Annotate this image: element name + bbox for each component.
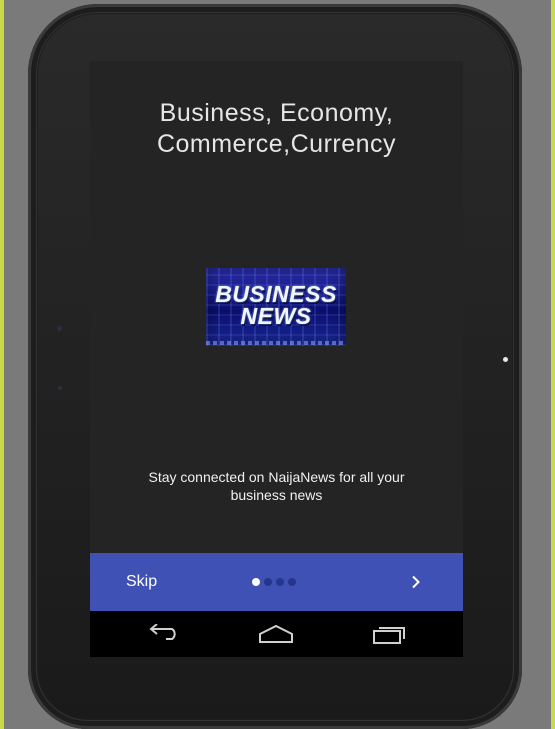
background-edge-right bbox=[551, 0, 555, 729]
logo-line-2: NEWS bbox=[240, 303, 312, 329]
page-dot bbox=[288, 578, 296, 586]
page-dot bbox=[264, 578, 272, 586]
skip-button[interactable]: Skip bbox=[126, 573, 157, 591]
slide-title: Business, Economy, Commerce,Currency bbox=[156, 99, 397, 158]
app-screen: Business, Economy, Commerce,Currency BUS… bbox=[90, 61, 463, 657]
back-button[interactable] bbox=[144, 619, 184, 649]
system-navigation-bar bbox=[90, 611, 463, 657]
sensor-dot bbox=[57, 326, 62, 331]
sensor-dot bbox=[58, 386, 62, 390]
recents-button[interactable] bbox=[368, 619, 408, 649]
recents-icon bbox=[373, 627, 405, 644]
business-news-logo: BUSINESS NEWS bbox=[206, 268, 346, 346]
slide-message: Stay connected on NaijaNews for all your… bbox=[148, 469, 405, 503]
camera-dot bbox=[503, 357, 508, 362]
home-button[interactable] bbox=[256, 619, 296, 649]
background-edge-left bbox=[0, 0, 4, 729]
onboarding-bottom-bar: Skip bbox=[90, 553, 463, 611]
next-button[interactable] bbox=[405, 571, 427, 593]
page-indicator bbox=[252, 578, 296, 586]
chevron-right-icon bbox=[412, 575, 420, 589]
back-icon bbox=[149, 624, 176, 640]
home-icon bbox=[259, 624, 293, 643]
page-dot bbox=[252, 578, 260, 586]
page-dot bbox=[276, 578, 284, 586]
